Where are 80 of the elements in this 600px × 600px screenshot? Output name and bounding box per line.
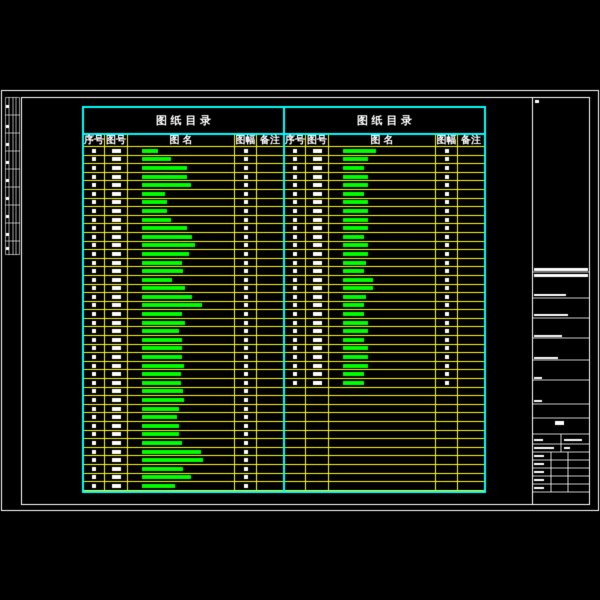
column-header: 图 名: [370, 135, 394, 146]
column-header: 备注: [461, 135, 481, 146]
title-mark: [142, 372, 181, 376]
title-mark: [343, 260, 366, 265]
title-mark: [142, 320, 186, 325]
column-header: 备注: [260, 135, 280, 146]
title-mark: [142, 278, 172, 282]
title-mark: [343, 303, 364, 308]
title-mark: [142, 183, 191, 188]
title-mark: [343, 218, 368, 222]
title-mark: [142, 286, 186, 290]
title-mark: [142, 174, 187, 179]
title-mark: [343, 157, 368, 162]
title-mark: [142, 484, 176, 488]
title-mark: [343, 234, 364, 239]
title-mark: [142, 200, 167, 204]
column-header: 序号: [285, 135, 305, 146]
column-header: 图幅: [236, 135, 256, 146]
title-mark: [142, 458, 204, 462]
title-mark: [142, 380, 181, 385]
title-mark: [343, 312, 364, 316]
column-header: 图号: [307, 135, 327, 146]
title-mark: [142, 208, 167, 213]
title-mark: [142, 218, 171, 222]
title-mark: [142, 192, 166, 196]
column-header: 图号: [106, 135, 126, 146]
title-mark: [142, 346, 182, 350]
title-mark: [142, 294, 192, 299]
title-mark: [142, 243, 196, 248]
title-mark: [343, 174, 368, 179]
title-mark: [142, 312, 182, 316]
title-mark: [343, 278, 373, 282]
title-mark: [142, 303, 202, 308]
table-title: 图 纸 目 录: [356, 113, 412, 128]
title-mark: [343, 148, 376, 153]
title-mark: [142, 406, 179, 411]
title-mark: [142, 466, 184, 471]
title-mark: [142, 252, 189, 256]
title-mark: [343, 166, 364, 170]
title-mark: [142, 432, 179, 436]
title-mark: [343, 372, 364, 376]
title-mark: [142, 234, 192, 239]
column-header: 图幅: [436, 135, 456, 146]
title-mark: [343, 200, 368, 204]
title-mark: [343, 243, 368, 248]
title-mark: [343, 346, 368, 350]
title-mark: [142, 355, 182, 360]
title-mark: [142, 157, 172, 162]
title-mark: [142, 148, 158, 153]
title-mark: [142, 269, 183, 274]
title-mark: [142, 364, 184, 368]
title-mark: [343, 192, 364, 196]
table-title: 图 纸 目 录: [156, 113, 212, 128]
title-mark: [343, 252, 368, 256]
title-mark: [142, 398, 184, 402]
title-mark: [142, 166, 188, 170]
title-mark: [343, 320, 368, 325]
column-header: 图 名: [169, 135, 193, 146]
column-header: 序号: [84, 135, 104, 146]
title-mark: [142, 260, 182, 265]
title-mark: [142, 475, 191, 480]
title-mark: [343, 338, 364, 342]
title-mark: [343, 208, 368, 213]
title-mark: [142, 415, 177, 420]
title-mark: [343, 364, 368, 368]
title-mark: [142, 389, 184, 394]
title-mark: [343, 294, 366, 299]
title-mark: [142, 338, 182, 342]
title-mark: [142, 440, 182, 445]
title-mark: [343, 269, 364, 274]
title-mark: [343, 329, 368, 334]
title-mark: [343, 380, 364, 385]
title-mark: [142, 329, 179, 334]
title-mark: [142, 450, 201, 454]
title-mark: [343, 183, 368, 188]
title-mark: [142, 226, 188, 230]
title-mark: [343, 226, 368, 230]
title-mark: [343, 286, 373, 290]
title-mark: [142, 424, 179, 428]
title-mark: [343, 355, 368, 360]
